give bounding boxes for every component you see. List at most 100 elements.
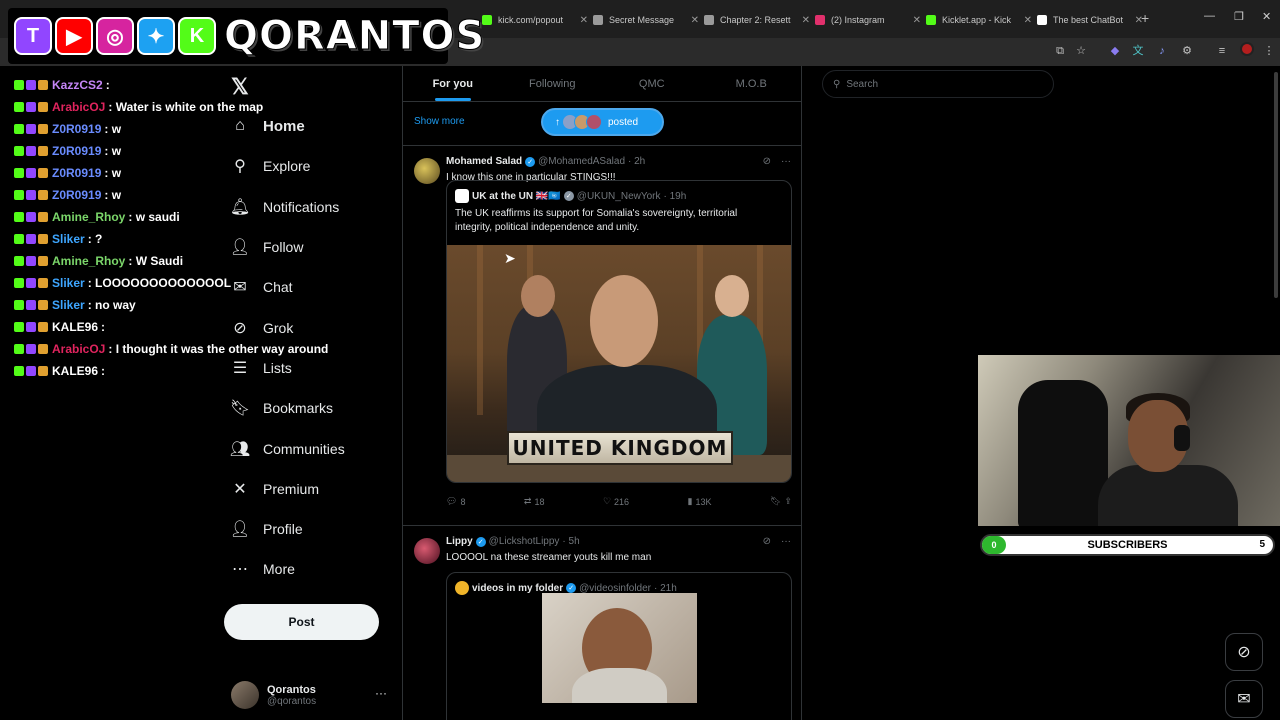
badge-icon	[26, 146, 36, 156]
grok-icon[interactable]: ⊘	[763, 156, 771, 167]
bookmark-icon[interactable]: 🔖︎	[770, 496, 781, 507]
new-posts-pill[interactable]: ↑ posted	[541, 108, 664, 136]
browser-profile-avatar[interactable]	[1240, 42, 1254, 56]
tab-for-you[interactable]: For you	[403, 66, 503, 101]
audio-icon[interactable]: ♪	[1155, 44, 1169, 58]
tweet-handle[interactable]: @LickshotLippy	[489, 536, 560, 547]
chat-username[interactable]: Amine_Rhoy	[52, 210, 125, 224]
badge-icon	[14, 300, 24, 310]
avatar[interactable]	[414, 158, 440, 184]
chat-username[interactable]: Sliker	[52, 232, 85, 246]
scrollbar[interactable]	[1274, 72, 1278, 298]
tweet-image[interactable]: UNITED KINGDOM	[447, 245, 791, 482]
puzzle-icon[interactable]: ⚙	[1180, 44, 1194, 58]
browser-tab[interactable]: Secret Message ✕	[585, 8, 707, 32]
chat-username[interactable]: KALE96	[52, 364, 98, 378]
tab-qmc[interactable]: QMC	[602, 66, 702, 101]
nav-item-explore[interactable]: ⚲ Explore	[224, 146, 394, 186]
nav-item-home[interactable]: ⌂ Home	[224, 106, 394, 146]
tweet-handle[interactable]: @MohamedASalad	[538, 156, 625, 167]
grok-icon[interactable]: ⊘	[763, 536, 771, 547]
tweet-time[interactable]: · 2h	[628, 156, 645, 167]
quoted-tweet[interactable]: videos in my folder ✓ @videosinfolder · …	[446, 572, 792, 720]
nav-item-chat[interactable]: ✉ Chat	[224, 267, 394, 307]
chat-username[interactable]: ArabicOJ	[52, 100, 105, 114]
nav-item-grok[interactable]: ⊘ Grok	[224, 307, 394, 347]
quoted-tweet[interactable]: UK at the UN 🇬🇧🇺🇳 ✓ @UKUN_NewYork · 19h …	[446, 180, 792, 483]
new-tab-button[interactable]: +	[1141, 10, 1149, 26]
nav-item-more[interactable]: ⋯ More	[224, 549, 394, 589]
close-window-icon[interactable]: ✕	[1262, 10, 1271, 23]
show-more-link[interactable]: Show more	[414, 116, 465, 127]
chat-username[interactable]: Sliker	[52, 298, 85, 312]
chat-username[interactable]: ArabicOJ	[52, 342, 105, 356]
tweet[interactable]: Lippy ✓ @LickshotLippy · 5h ⊘ ··· LOOOOL…	[403, 526, 801, 720]
nav-item-communities[interactable]: 👥︎ Communities	[224, 428, 394, 468]
star-icon[interactable]: ☆	[1074, 44, 1088, 58]
tweet-text: LOOOOL na these streamer youts kill me m…	[446, 552, 652, 563]
kebab-menu-icon[interactable]: ⋮	[1262, 44, 1276, 58]
browser-tab[interactable]: kick.com/popout ✕	[474, 8, 596, 32]
nav-item-bookmarks[interactable]: 🔖︎ Bookmarks	[224, 388, 394, 428]
verified-icon: ✓	[475, 536, 486, 547]
badge-icon	[38, 278, 48, 288]
more-icon[interactable]: ···	[781, 536, 791, 547]
translate-icon[interactable]: 文	[1131, 44, 1145, 58]
nav-label: Chat	[263, 279, 293, 296]
chat-username[interactable]: Z0R0919	[52, 188, 101, 202]
restore-icon[interactable]: ❐	[1234, 10, 1244, 23]
chat-username[interactable]: Amine_Rhoy	[52, 254, 125, 268]
post-button[interactable]: Post	[224, 604, 379, 640]
like-button[interactable]: ♡ 216	[603, 496, 629, 507]
badge-icon	[26, 102, 36, 112]
grok-float-button[interactable]: ⊘	[1225, 633, 1263, 671]
views-button[interactable]: ▮ 13K	[688, 496, 712, 507]
tweet-time[interactable]: · 5h	[562, 536, 579, 547]
reply-button[interactable]: 💬︎ 8	[446, 496, 465, 507]
verified-icon: ✓	[525, 156, 536, 167]
nav-label: More	[263, 561, 295, 578]
browser-tab[interactable]: The best ChatBot ✕	[1029, 8, 1151, 32]
list-icon: ☰	[232, 359, 248, 377]
tweet-author[interactable]: Mohamed Salad	[446, 156, 522, 167]
minimize-icon[interactable]: —	[1204, 10, 1215, 22]
install-icon[interactable]: ⧉	[1053, 44, 1067, 58]
nav-item-notifications[interactable]: 🔔︎ Notifications	[224, 187, 394, 227]
image-caption: UNITED KINGDOM	[507, 431, 733, 465]
tab-favicon-icon	[1037, 15, 1047, 25]
chat-badges	[14, 322, 48, 332]
chat-username[interactable]: Z0R0919	[52, 122, 101, 136]
nav-item-lists[interactable]: ☰ Lists	[224, 348, 394, 388]
badge-icon	[38, 344, 48, 354]
browser-tab[interactable]: Chapter 2: Resett ✕	[696, 8, 818, 32]
chat-username[interactable]: Z0R0919	[52, 166, 101, 180]
tweet[interactable]: Mohamed Salad ✓ @MohamedASalad · 2h ⊘ ··…	[403, 146, 801, 526]
browser-tab[interactable]: (2) Instagram ✕	[807, 8, 929, 32]
repost-button[interactable]: ⇄ 18	[524, 496, 545, 507]
nav-item-follow[interactable]: 👤︎ Follow	[224, 227, 394, 267]
chat-username[interactable]: Sliker	[52, 276, 85, 290]
tab-following[interactable]: Following	[503, 66, 603, 101]
browser-tab[interactable]: Kicklet.app - Kick ✕	[918, 8, 1040, 32]
chat-username[interactable]: Z0R0919	[52, 144, 101, 158]
extension-icon[interactable]: ◆	[1108, 44, 1122, 58]
more-icon[interactable]: ···	[781, 156, 791, 167]
chat-username[interactable]: KazzCS2	[52, 78, 103, 92]
messages-float-button[interactable]: ✉	[1225, 680, 1263, 718]
x-logo-icon[interactable]: 𝕏	[231, 74, 249, 100]
avatar[interactable]	[414, 538, 440, 564]
nav-item-premium[interactable]: ✕ Premium	[224, 469, 394, 509]
chat-username[interactable]: KALE96	[52, 320, 98, 334]
nav-item-profile[interactable]: 👤︎ Profile	[224, 509, 394, 549]
views-icon: ▮	[687, 496, 693, 506]
streamer-name: QORANTOS	[223, 13, 486, 60]
badge-icon	[14, 256, 24, 266]
tab-m-o-b[interactable]: M.O.B	[702, 66, 802, 101]
account-switcher[interactable]: Qorantos @qorantos ···	[231, 678, 391, 712]
menu-list-icon[interactable]: ≡	[1215, 44, 1229, 58]
tweet-video[interactable]	[542, 593, 697, 703]
search-input[interactable]: ⚲ Search	[822, 70, 1054, 98]
tweet-author[interactable]: Lippy	[446, 536, 473, 547]
more-icon[interactable]: ···	[375, 686, 387, 700]
share-icon[interactable]: ⇪	[784, 496, 792, 507]
